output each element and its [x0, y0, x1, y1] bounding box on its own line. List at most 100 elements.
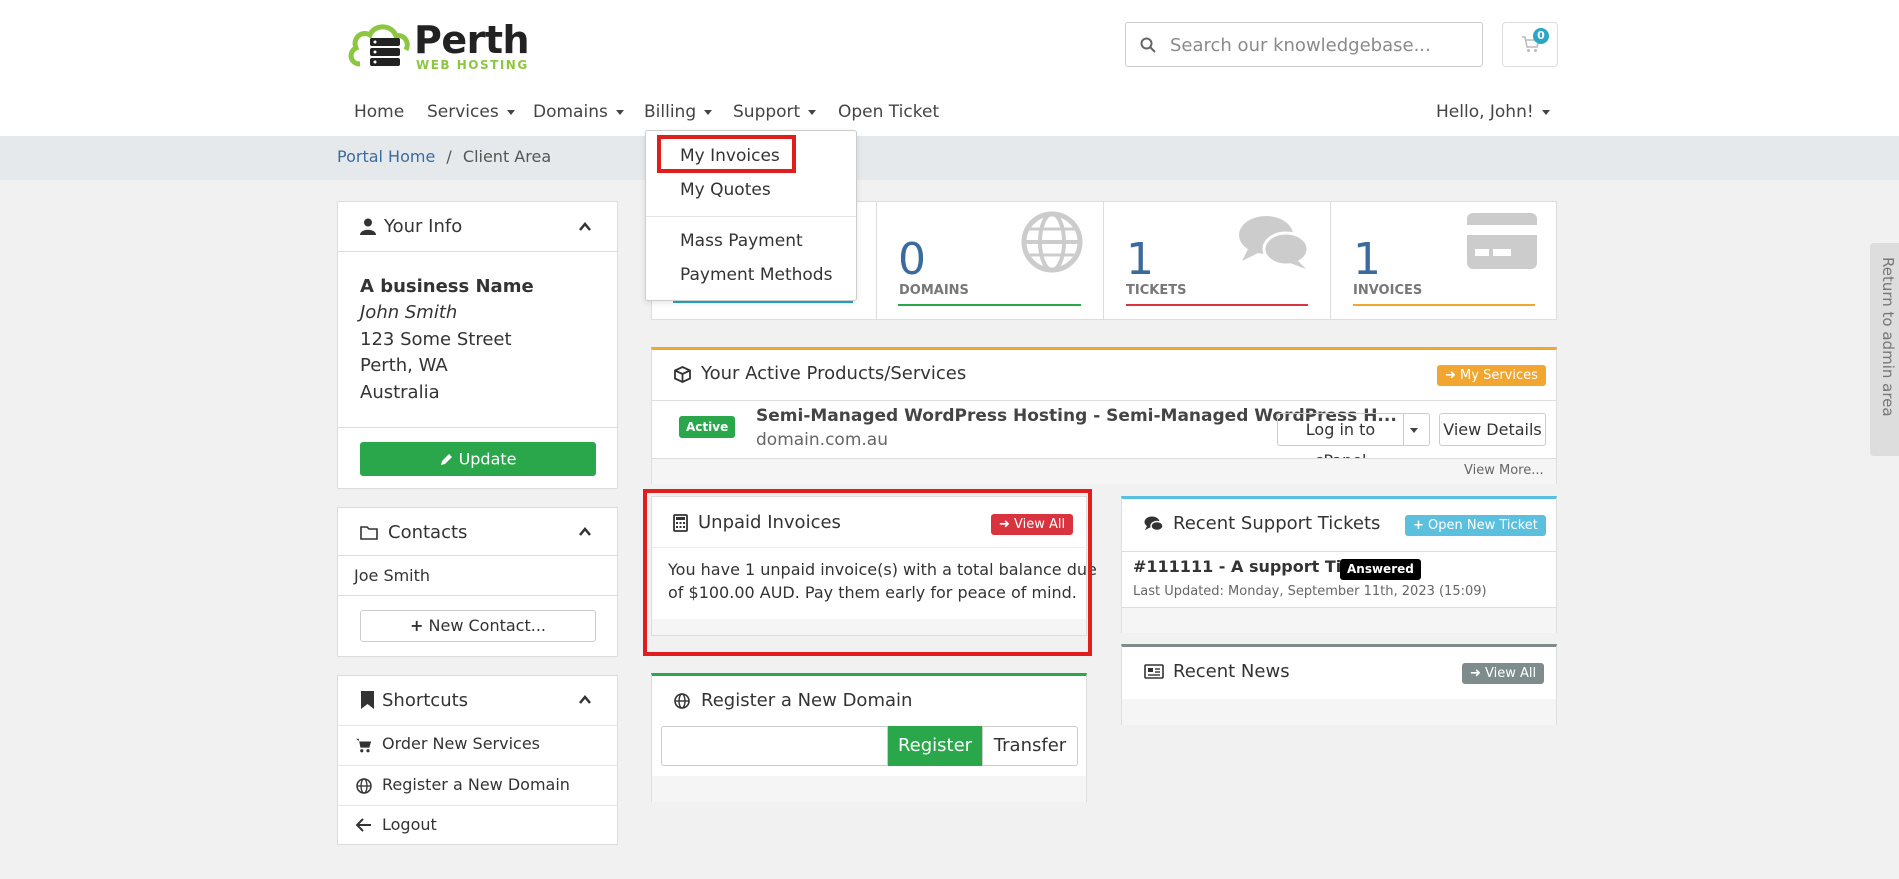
view-details-button[interactable]: View Details	[1439, 413, 1546, 446]
search-icon	[1140, 37, 1156, 53]
folder-icon	[360, 526, 378, 540]
caret-down-icon	[1410, 428, 1418, 433]
arrow-left-icon	[356, 818, 371, 832]
panel-footer	[652, 776, 1086, 802]
cpanel-dropdown-toggle[interactable]	[1403, 413, 1430, 446]
shortcut-order-services[interactable]: Order New Services	[338, 725, 618, 765]
update-button-label: Update	[458, 449, 517, 469]
cpanel-login-button[interactable]: Log in to cPanel	[1277, 413, 1404, 470]
divider	[338, 595, 617, 596]
divider	[1122, 551, 1556, 552]
shortcuts-panel: Shortcuts Order New Services Register a …	[337, 675, 618, 845]
chevron-up-icon[interactable]	[578, 525, 592, 539]
plus-icon: +	[1413, 518, 1424, 533]
nav-billing-label: Billing	[644, 102, 697, 122]
view-all-news-label: View All	[1485, 666, 1537, 681]
comments-icon	[1144, 516, 1164, 532]
brand-name: Perth	[414, 18, 530, 62]
knowledgebase-search[interactable]	[1125, 22, 1483, 67]
tickets-count: 1	[1126, 234, 1154, 285]
new-contact-button[interactable]: + New Contact...	[360, 610, 596, 642]
domains-count: 0	[898, 234, 926, 285]
cart-count-badge: 0	[1533, 28, 1549, 44]
header	[0, 0, 1899, 136]
menu-item-payment-methods[interactable]: Payment Methods	[680, 265, 832, 285]
your-info-header[interactable]: Your Info	[338, 202, 617, 252]
support-tickets-title: Recent Support Tickets	[1173, 513, 1381, 534]
tickets-label: TICKETS	[1126, 283, 1187, 298]
register-domain-panel: Register a New Domain Register Transfer	[651, 673, 1087, 802]
my-services-button[interactable]: ➜ My Services	[1437, 365, 1546, 386]
stat-tickets[interactable]: 1 TICKETS	[1104, 201, 1330, 320]
search-input[interactable]	[1170, 29, 1470, 61]
new-contact-label: New Contact...	[428, 616, 547, 635]
domain-search-input[interactable]	[661, 726, 888, 766]
register-domain-title: Register a New Domain	[701, 690, 913, 711]
breadcrumb-separator: /	[446, 147, 452, 166]
nav-open-ticket[interactable]: Open Ticket	[838, 102, 939, 122]
contacts-panel: Contacts Joe Smith + New Contact...	[337, 507, 618, 657]
address-country: Australia	[360, 382, 440, 403]
invoices-label: INVOICES	[1353, 283, 1423, 298]
nav-user-menu[interactable]: Hello, John!	[1436, 102, 1550, 122]
caret-down-icon	[808, 109, 817, 115]
shortcut-order-label: Order New Services	[382, 734, 541, 753]
nav-billing[interactable]: Billing	[644, 102, 713, 122]
plus-icon: +	[410, 616, 424, 635]
brand-tagline: WEB HOSTING	[416, 58, 529, 72]
nav-services[interactable]: Services	[427, 102, 515, 122]
globe-icon	[674, 693, 690, 709]
caret-down-icon	[615, 109, 624, 115]
domains-label: DOMAINS	[899, 283, 969, 298]
cart-button[interactable]	[1502, 22, 1558, 67]
tickets-underline	[1126, 304, 1308, 306]
shortcut-logout-label: Logout	[382, 815, 437, 834]
view-all-news-button[interactable]: ➜ View All	[1462, 663, 1545, 684]
panel-footer	[652, 458, 1556, 484]
contacts-title: Contacts	[388, 522, 468, 543]
caret-down-icon	[704, 109, 713, 115]
stat-invoices[interactable]: 1 INVOICES	[1331, 201, 1557, 320]
recent-news-panel: Recent News ➜ View All	[1121, 644, 1557, 725]
shortcut-logout[interactable]: Logout	[338, 805, 618, 845]
register-domain-button[interactable]: Register	[888, 726, 982, 766]
nav-user-label: Hello, John!	[1436, 102, 1534, 122]
divider	[338, 427, 617, 428]
stat-domains[interactable]: 0 DOMAINS	[877, 201, 1103, 320]
company-name: A business Name	[360, 276, 534, 297]
globe-icon	[356, 778, 372, 794]
panel-footer	[1122, 699, 1556, 725]
contacts-header[interactable]: Contacts	[338, 508, 617, 556]
open-new-ticket-button[interactable]: + Open New Ticket	[1405, 515, 1546, 536]
chevron-up-icon[interactable]	[578, 693, 592, 707]
credit-card-icon	[1467, 213, 1537, 269]
update-button[interactable]: Update	[360, 442, 596, 476]
nav-domains[interactable]: Domains	[533, 102, 624, 122]
user-icon	[360, 218, 376, 235]
contact-item[interactable]: Joe Smith	[354, 566, 430, 585]
breadcrumb-home-link[interactable]: Portal Home	[337, 147, 435, 166]
shortcuts-header[interactable]: Shortcuts	[338, 676, 617, 725]
menu-item-mass-payment[interactable]: Mass Payment	[680, 231, 803, 251]
nav-domains-label: Domains	[533, 102, 608, 122]
my-services-label: My Services	[1460, 368, 1538, 383]
active-products-title: Your Active Products/Services	[701, 363, 967, 384]
chevron-up-icon[interactable]	[578, 220, 592, 234]
view-more-link[interactable]: View More...	[1464, 463, 1544, 478]
return-to-admin-tab[interactable]: Return to admin area	[1870, 243, 1899, 456]
address-city: Perth, WA	[360, 355, 448, 376]
status-badge: Active	[679, 416, 736, 438]
nav-support-label: Support	[733, 102, 801, 122]
menu-divider	[646, 216, 856, 217]
nav-support[interactable]: Support	[733, 102, 817, 122]
shortcut-register-domain[interactable]: Register a New Domain	[338, 765, 618, 805]
divider	[652, 400, 1556, 401]
transfer-domain-button[interactable]: Transfer	[982, 726, 1078, 766]
menu-item-my-quotes[interactable]: My Quotes	[680, 180, 771, 200]
nav-home[interactable]: Home	[354, 102, 404, 122]
shortcuts-title: Shortcuts	[382, 690, 469, 711]
your-info-panel: Your Info A business Name John Smith 123…	[337, 201, 618, 489]
cart-icon	[356, 738, 372, 753]
caret-down-icon	[506, 109, 515, 115]
open-new-ticket-label: Open New Ticket	[1428, 518, 1538, 533]
